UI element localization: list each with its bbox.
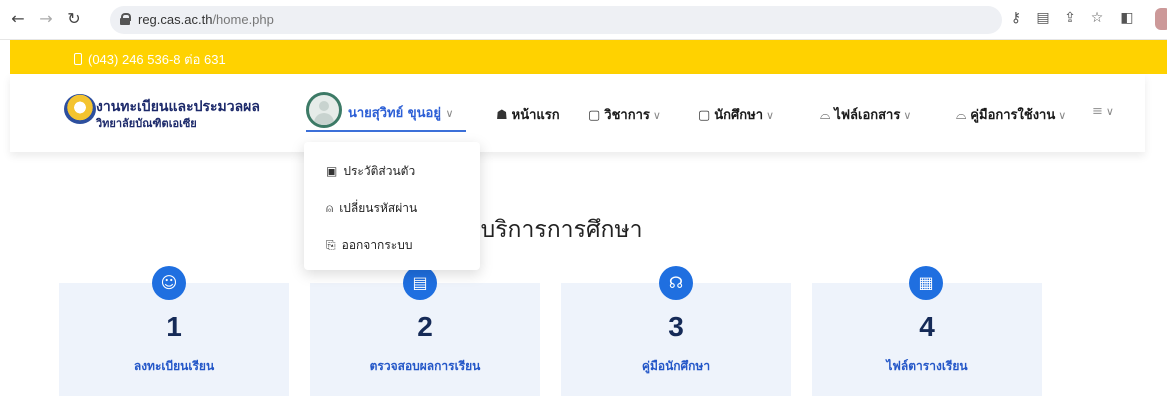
nav-academic[interactable]: ▢ วิชาการ ∨ bbox=[588, 104, 661, 125]
share-icon[interactable]: ⇪ bbox=[1061, 10, 1079, 26]
profile-avatar[interactable] bbox=[1155, 8, 1167, 30]
nav-students[interactable]: ▢ นักศึกษา ∨ bbox=[698, 104, 774, 125]
dropdown-item-profile[interactable]: ▣ ประวัติส่วนตัว bbox=[326, 162, 415, 181]
bookmark-star-icon[interactable]: ☆ bbox=[1088, 10, 1106, 26]
user-name: นายสุวิทย์ ขุนอยู่ ∨ bbox=[348, 106, 454, 121]
key-icon[interactable]: ⚷ bbox=[1007, 10, 1025, 26]
card-label: ไฟล์ตารางเรียน bbox=[886, 359, 968, 373]
main-navbar: งานทะเบียนและประมวลผล วิทยาลัยบัณฑิตเอเซ… bbox=[10, 74, 1145, 152]
card-label: คู่มือนักศึกษา bbox=[641, 359, 711, 373]
reload-icon[interactable]: ↻ bbox=[64, 9, 84, 29]
card-number: 1 bbox=[166, 311, 182, 342]
translate-icon[interactable]: ▤ bbox=[1034, 10, 1052, 26]
clipboard-icon: ▤ bbox=[403, 266, 437, 300]
manual-icon: ⌓ bbox=[956, 108, 967, 123]
chevron-down-icon: ∨ bbox=[1058, 109, 1067, 122]
nav-more[interactable]: ≡ ∨ bbox=[1092, 104, 1114, 119]
file-icon: ⌓ bbox=[820, 108, 831, 123]
dropdown-item-change-password[interactable]: ⍝ เปลี่ยนรหัสผ่าน bbox=[326, 199, 417, 218]
card-label: ลงทะเบียนเรียน bbox=[133, 359, 215, 373]
chevron-down-icon: ∨ bbox=[766, 109, 775, 122]
logout-icon: ⎘ bbox=[326, 238, 336, 252]
section-title: บบริการการศึกษา bbox=[466, 217, 643, 243]
url-text: reg.cas.ac.th/home.php bbox=[138, 12, 274, 27]
chevron-down-icon: ∨ bbox=[652, 109, 661, 122]
brand-subtitle[interactable]: วิทยาลัยบัณฑิตเอเซีย bbox=[96, 114, 197, 132]
lock-icon: ⍝ bbox=[326, 201, 334, 215]
browser-toolbar: ← → ↻ reg.cas.ac.th/home.php ⚷ ▤ ⇪ ☆ ◧ bbox=[0, 0, 1167, 40]
chevron-down-icon: ∨ bbox=[1105, 105, 1114, 118]
back-icon[interactable]: ← bbox=[8, 9, 28, 29]
document-icon: ▦ bbox=[909, 266, 943, 300]
chevron-down-icon: ∨ bbox=[445, 107, 454, 120]
card-label: ตรวจสอบผลการเรียน bbox=[369, 359, 481, 373]
nav-files[interactable]: ⌓ ไฟล์เอกสาร ∨ bbox=[820, 104, 911, 125]
card-number: 2 bbox=[417, 311, 433, 342]
address-bar[interactable]: reg.cas.ac.th/home.php bbox=[110, 6, 1002, 34]
contact-bar: (043) 246 536-8 ต่อ 631 bbox=[10, 40, 1167, 74]
student-icon: ▢ bbox=[698, 108, 711, 123]
card-number: 3 bbox=[668, 311, 684, 342]
nav-home[interactable]: ☗ หน้าแรก bbox=[496, 104, 560, 125]
book-icon: ▢ bbox=[588, 108, 601, 123]
hamburger-icon: ≡ bbox=[1092, 104, 1103, 119]
users-icon: ☺ bbox=[152, 266, 186, 300]
service-card-register[interactable]: 1 ลงทะเบียนเรียน bbox=[59, 283, 289, 396]
phone-contact: (043) 246 536-8 ต่อ 631 bbox=[74, 49, 226, 70]
college-logo[interactable] bbox=[64, 94, 96, 124]
service-card-grades[interactable]: 2 ตรวจสอบผลการเรียน bbox=[310, 283, 540, 396]
nav-manual[interactable]: ⌓ คู่มือการใช้งาน ∨ bbox=[956, 104, 1066, 125]
card-number: 4 bbox=[919, 311, 935, 342]
lock-icon bbox=[120, 13, 131, 25]
user-dropdown: ▣ ประวัติส่วนตัว ⍝ เปลี่ยนรหัสผ่าน ⎘ ออกจาก… bbox=[304, 142, 480, 270]
user-avatar bbox=[306, 92, 342, 128]
profile-icon: ▣ bbox=[326, 164, 338, 178]
chevron-down-icon: ∨ bbox=[903, 109, 912, 122]
user-menu-button[interactable]: นายสุวิทย์ ขุนอยู่ ∨ bbox=[306, 90, 466, 132]
forward-icon[interactable]: → bbox=[36, 9, 56, 29]
home-icon: ☗ bbox=[496, 108, 508, 123]
phone-icon bbox=[74, 53, 82, 65]
dropdown-item-logout[interactable]: ⎘ ออกจากระบบ bbox=[326, 236, 412, 255]
sidepanel-icon[interactable]: ◧ bbox=[1118, 10, 1136, 26]
headset-icon: ☊ bbox=[659, 266, 693, 300]
